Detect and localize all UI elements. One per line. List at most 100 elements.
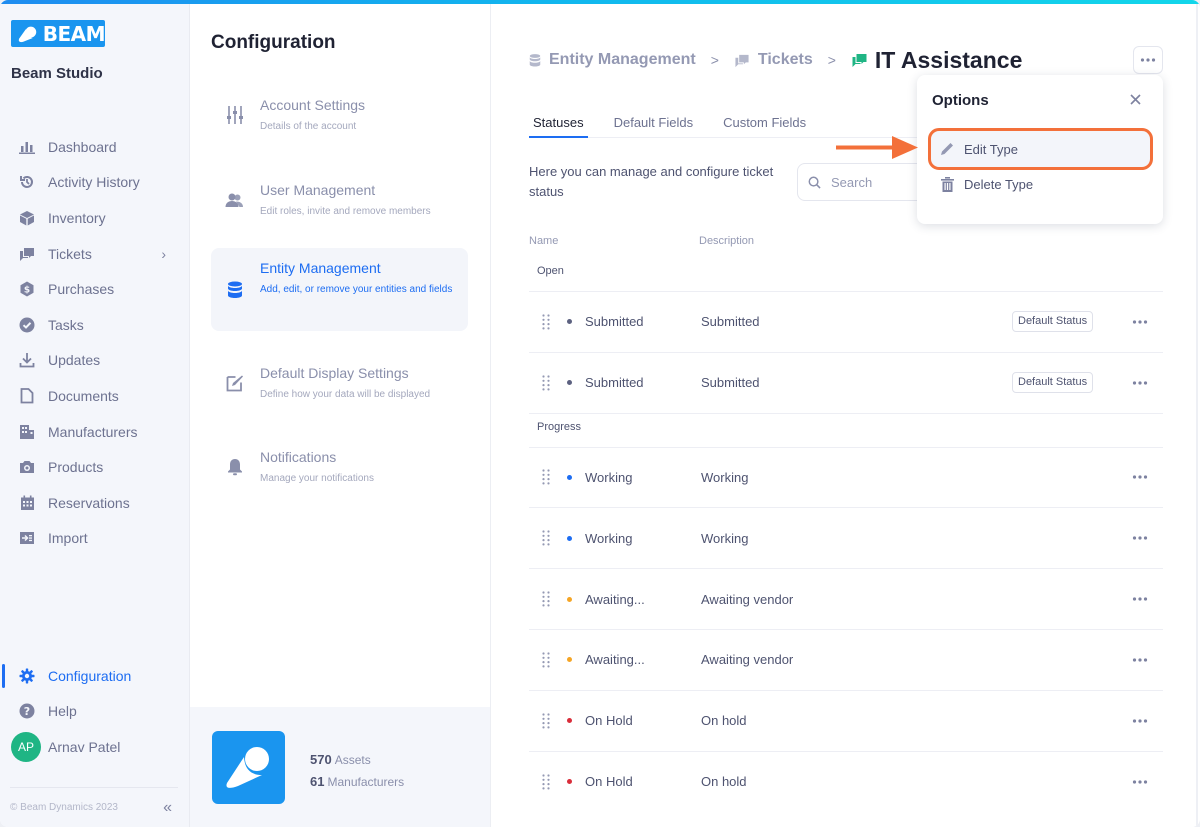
sidebar-item-label: Inventory [48,209,106,226]
table-row[interactable]: Submitted Submitted Default Status [529,292,1163,353]
breadcrumb-entity-management[interactable]: Entity Management [529,51,696,69]
row-more-button[interactable] [1130,314,1150,330]
sidebar-item-reservations[interactable]: Reservations [0,485,190,521]
sidebar-item-updates[interactable]: Updates [0,343,190,379]
status-name: Awaiting... [585,652,645,668]
status-color-dot [567,596,572,602]
delete-type-menu-item[interactable]: Delete Type [931,166,1150,202]
sidebar-item-purchases[interactable]: $ Purchases [0,271,190,307]
tab-default-fields[interactable]: Default Fields [610,112,697,137]
account-summary: 570 Assets 61 Manufacturers [190,707,490,827]
beam-logo[interactable]: BEAM [11,20,106,47]
column-header-name[interactable]: Name [529,235,558,247]
drag-handle-icon[interactable] [542,375,550,391]
workspace-name: Beam Studio [11,65,103,82]
sidebar-item-dashboard[interactable]: Dashboard [0,129,190,165]
status-name: Submitted [585,375,644,391]
sidebar-item-label: Activity History [48,174,140,191]
column-header-description[interactable]: Description [699,235,754,247]
sidebar-item-label: Reservations [48,494,130,511]
database-icon [529,53,541,68]
config-item-account-settings[interactable]: Account Settings Details of the account [211,85,468,145]
row-more-button[interactable] [1130,530,1150,546]
user-profile[interactable]: AP Arnav Patel [0,729,190,765]
table-row[interactable]: On Hold On hold [529,752,1163,813]
box-icon [18,209,36,227]
stats: 570 Assets 61 Manufacturers [310,749,404,793]
chevron-right-icon[interactable]: › [161,246,166,262]
sidebar-item-label: Tickets [48,245,92,262]
options-menu-button[interactable] [1133,46,1163,74]
table-row[interactable]: Working Working [529,508,1163,570]
config-item-default-display-settings[interactable]: Default Display Settings Define how your… [211,353,468,413]
drag-handle-icon[interactable] [542,530,550,546]
chat-icon [851,52,868,68]
config-item-user-management[interactable]: User Management Edit roles, invite and r… [211,170,468,230]
close-icon[interactable] [1127,91,1143,107]
default-status-badge: Default Status [1012,372,1094,394]
sidebar-item-tasks[interactable]: Tasks [0,307,190,343]
drag-handle-icon[interactable] [542,652,550,668]
gear-icon [18,667,36,685]
table-row[interactable]: Submitted Submitted Default Status [529,353,1163,414]
drag-handle-icon[interactable] [542,774,550,790]
sidebar-item-label: Updates [48,352,101,369]
more-horizontal-icon [1132,658,1148,662]
row-more-button[interactable] [1130,375,1150,391]
row-more-button[interactable] [1130,713,1150,729]
config-item-desc: Edit roles, invite and remove members [260,206,431,217]
avatar: AP [11,731,41,762]
drag-handle-icon[interactable] [542,591,550,607]
table-row[interactable]: Awaiting... Awaiting vendor [529,569,1163,630]
status-name: On Hold [585,713,633,729]
sidebar-item-documents[interactable]: Documents [0,378,190,414]
drag-handle-icon[interactable] [542,469,550,485]
page-title: Configuration [211,32,336,53]
table-row[interactable]: Awaiting... Awaiting vendor [529,630,1163,691]
status-group-header: Open [529,258,1163,292]
row-more-button[interactable] [1130,469,1150,485]
row-more-button[interactable] [1130,774,1150,790]
sidebar-item-manufacturers[interactable]: Manufacturers [0,414,190,450]
status-table: Open Submitted Submitted Default Status Subm… [529,258,1163,812]
config-item-desc: Manage your notifications [260,473,374,484]
drag-handle-icon[interactable] [542,314,550,330]
row-more-button[interactable] [1130,591,1150,607]
edit-type-menu-item[interactable]: Edit Type [928,128,1153,170]
more-horizontal-icon [1132,597,1148,601]
sidebar-item-activity-history[interactable]: Activity History [0,165,190,201]
sidebar-item-inventory[interactable]: Inventory [0,200,190,236]
status-description: Working [701,530,749,546]
more-horizontal-icon [1132,381,1148,385]
breadcrumb-tickets[interactable]: Tickets [734,51,813,69]
options-popover: Options Edit Type Delete Type [917,75,1163,224]
svg-text:$: $ [24,286,30,296]
double-chevron-left-icon[interactable]: « [163,799,172,817]
table-row[interactable]: Working Working [529,448,1163,509]
user-name: Arnav Patel [48,738,121,755]
search-input[interactable] [831,174,921,190]
sidebar-item-label: Manufacturers [48,423,138,440]
database-icon [225,280,245,300]
search-box [797,163,937,201]
sidebar-item-label: Dashboard [48,138,117,155]
drag-handle-icon[interactable] [542,713,550,729]
sidebar-item-label: Documents [48,387,119,404]
sidebar-item-configuration[interactable]: Configuration [0,658,190,694]
sidebar-item-help[interactable]: ? Help [0,694,190,730]
sidebar-item-tickets[interactable]: Tickets › [0,236,190,272]
config-item-entity-management[interactable]: Entity Management Add, edit, or remove y… [211,248,468,331]
config-item-title: Default Display Settings [260,365,409,381]
tab-statuses[interactable]: Statuses [529,112,588,138]
sidebar-item-products[interactable]: Products [0,449,190,485]
tab-custom-fields[interactable]: Custom Fields [719,112,810,137]
bar-chart-icon [18,138,36,156]
table-row[interactable]: On Hold On hold [529,691,1163,752]
row-more-button[interactable] [1130,652,1150,668]
sidebar-item-import[interactable]: Import [0,521,190,557]
stat-assets: 570 Assets [310,752,371,767]
sidebar-item-label: Products [48,459,104,476]
section-description: Here you can manage and configure ticket… [529,164,774,199]
config-item-notifications[interactable]: Notifications Manage your notifications [211,437,468,497]
status-description: Working [701,469,749,485]
